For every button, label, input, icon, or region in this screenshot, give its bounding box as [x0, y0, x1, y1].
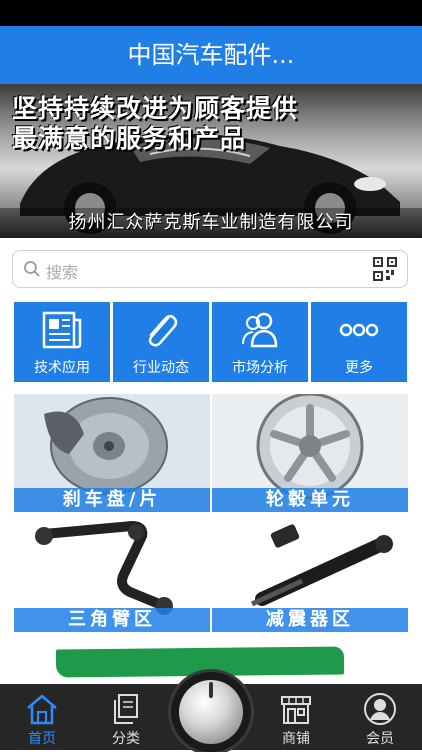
- home-icon: [27, 694, 57, 725]
- promo-banner[interactable]: 坚持持续改进为顾客提供 最满意的服务和产品 扬州汇众萨克斯车业制造有限公司: [0, 84, 422, 238]
- product-card-wheel[interactable]: 轮毂单元: [212, 394, 408, 512]
- status-bar: [0, 0, 422, 26]
- quick-link-market[interactable]: 市场分析: [212, 302, 308, 382]
- product-card-brake[interactable]: 刹车盘/片: [14, 394, 210, 512]
- center-menu-button[interactable]: [171, 672, 251, 752]
- banner-company-name: 扬州汇众萨克斯车业制造有限公司: [0, 208, 422, 238]
- paperclip-icon: [148, 315, 178, 347]
- quick-links-grid: 技术应用 行业动态 市场分析 更多: [14, 302, 408, 382]
- search-icon: [24, 261, 40, 277]
- tab-category[interactable]: 分类: [84, 684, 168, 750]
- page-title: 中国汽车配件...: [0, 26, 422, 84]
- banner-slogan-line2: 最满意的服务和产品: [12, 124, 247, 153]
- more-dots-icon: [339, 323, 379, 337]
- document-copy-icon: [114, 694, 138, 724]
- banner-slogan-line1: 坚持持续改进为顾客提供: [12, 94, 299, 123]
- tab-label: 商铺: [282, 731, 310, 747]
- product-label: 刹车盘/片: [14, 488, 210, 512]
- quick-link-industry[interactable]: 行业动态: [113, 302, 209, 382]
- search-input[interactable]: 搜索: [12, 250, 408, 288]
- tab-label: 分类: [112, 731, 140, 747]
- product-card-shock[interactable]: 减震器区: [212, 514, 408, 632]
- quick-link-label: 技术应用: [34, 360, 90, 376]
- product-label: 三角臂区: [14, 608, 210, 632]
- newspaper-icon: [42, 311, 82, 349]
- center-knob-notch: [209, 682, 213, 698]
- qr-code-icon[interactable]: [373, 257, 397, 281]
- quick-link-label: 更多: [345, 360, 373, 376]
- tab-home[interactable]: 首页: [0, 684, 84, 750]
- quick-link-more[interactable]: 更多: [311, 302, 407, 382]
- quick-link-label: 市场分析: [232, 360, 288, 376]
- tab-store[interactable]: 商铺: [254, 684, 338, 750]
- product-label: 减震器区: [212, 608, 408, 632]
- tab-label: 会员: [366, 731, 394, 747]
- quick-link-tech[interactable]: 技术应用: [14, 302, 110, 382]
- search-placeholder: 搜索: [46, 263, 79, 282]
- banner-slogan: 坚持持续改进为顾客提供 最满意的服务和产品: [12, 94, 298, 154]
- store-icon: [281, 696, 311, 724]
- user-icon: [364, 693, 396, 725]
- tab-member[interactable]: 会员: [338, 684, 422, 750]
- quick-link-label: 行业动态: [133, 360, 189, 376]
- product-card-control-arm[interactable]: 三角臂区: [14, 514, 210, 632]
- users-icon: [242, 312, 278, 348]
- product-label: 轮毂单元: [212, 488, 408, 512]
- tab-label: 首页: [28, 731, 56, 747]
